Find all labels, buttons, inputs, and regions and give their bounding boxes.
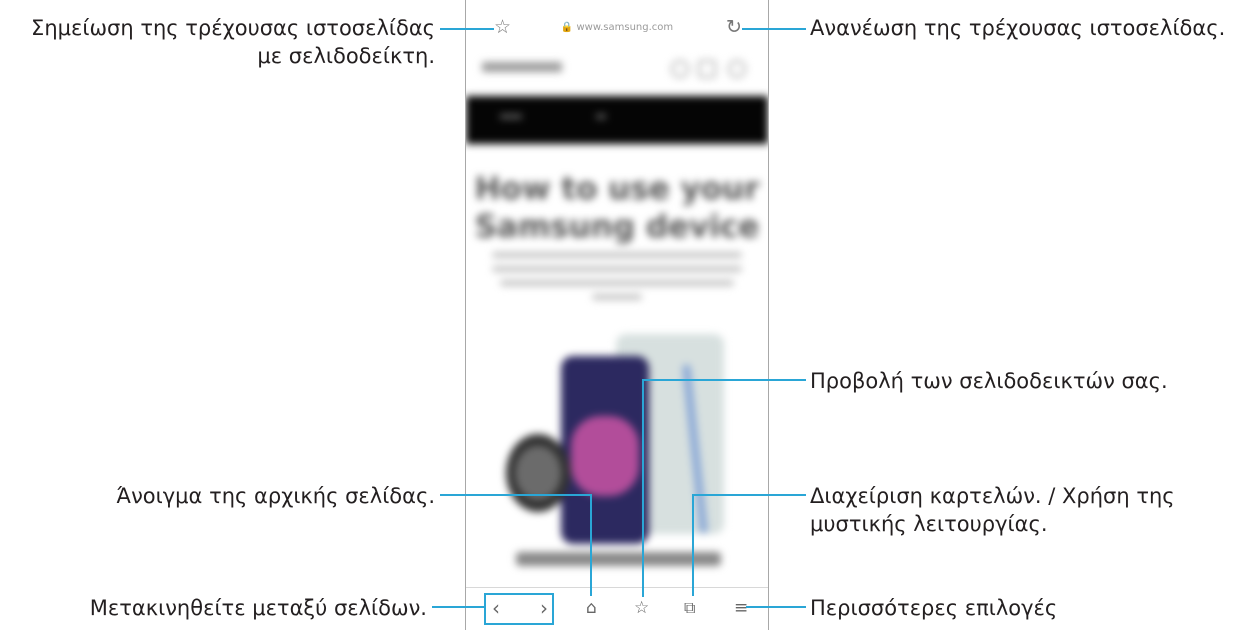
leader-line xyxy=(692,494,806,496)
tabs-callout: Διαχείριση καρτελών. / Χρήση της μυστική… xyxy=(810,482,1175,538)
nav-buttons-highlight xyxy=(484,593,554,625)
bookmarks-icon[interactable]: ☆ xyxy=(634,598,649,618)
leader-line xyxy=(440,494,592,496)
phone-screen: ☆ 🔒 www.samsung.com ↻ How to use your Sa… xyxy=(465,0,769,630)
view-bookmarks-callout: Προβολή των σελιδοδεικτών σας. xyxy=(810,369,1168,393)
callout-text: Διαχείριση καρτελών. / Χρήση της xyxy=(810,484,1175,508)
navigate-callout: Μετακινηθείτε μεταξύ σελίδων. xyxy=(89,596,427,620)
callout-text: με σελιδοδείκτη. xyxy=(257,44,435,68)
text-line xyxy=(492,252,742,258)
callout-text: μυστικής λειτουργίας. xyxy=(810,512,1048,536)
leader-line xyxy=(440,28,494,30)
site-logo xyxy=(482,62,562,72)
text-line xyxy=(592,294,642,300)
webpage-content: How to use your Samsung device xyxy=(466,52,768,587)
text-line xyxy=(492,266,742,272)
leader-line xyxy=(432,606,484,608)
site-cart-icon xyxy=(698,60,716,78)
more-options-callout: Περισσότερες επιλογές xyxy=(810,596,1058,620)
home-icon[interactable]: ⌂ xyxy=(586,598,597,618)
leader-line xyxy=(642,379,806,381)
callout-text: Σημείωση της τρέχουσας ιστοσελίδας xyxy=(31,16,435,40)
leader-line xyxy=(642,379,644,597)
menu-icon[interactable]: ≡ xyxy=(734,598,748,618)
home-callout: Άνοιγμα της αρχικής σελίδας. xyxy=(116,484,435,508)
page-headline: How to use your Samsung device xyxy=(466,170,768,246)
leader-line xyxy=(590,494,592,596)
refresh-icon[interactable]: ↻ xyxy=(726,16,742,38)
caption-text xyxy=(516,552,721,566)
bookmark-current-callout: Σημείωση της τρέχουσας ιστοσελίδας με σε… xyxy=(31,14,435,70)
refresh-callout: Ανανέωση της τρέχουσας ιστοσελίδας. xyxy=(810,16,1226,40)
leader-line xyxy=(746,606,806,608)
site-menu-bar xyxy=(466,96,768,144)
devices-image xyxy=(506,334,746,549)
headline-line-2: Samsung device xyxy=(474,209,760,245)
site-user-icon xyxy=(728,60,746,78)
site-search-icon xyxy=(671,60,689,78)
text-line xyxy=(500,280,734,286)
leader-line xyxy=(692,494,694,596)
tabs-icon[interactable]: ⧉ xyxy=(684,598,695,618)
headline-line-1: How to use your xyxy=(474,171,760,207)
address-bar: ☆ 🔒 www.samsung.com ↻ xyxy=(466,10,768,52)
url-field[interactable]: 🔒 www.samsung.com xyxy=(466,22,768,33)
leader-line xyxy=(742,28,806,30)
